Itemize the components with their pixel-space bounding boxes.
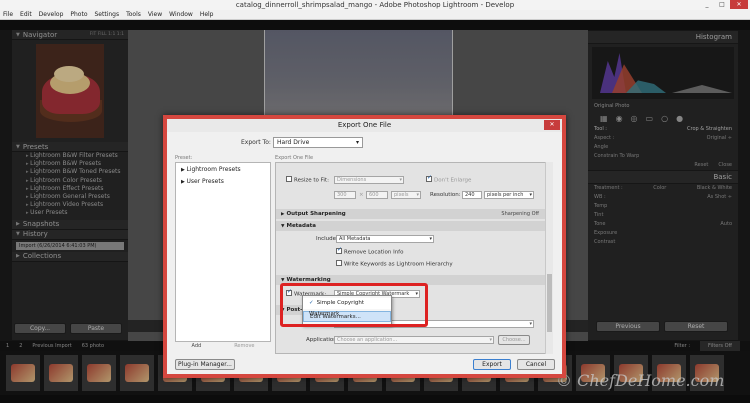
output-sharpening-title: Output Sharpening [286,211,346,217]
remove-location-label: Remove Location Info [344,249,404,256]
resize-to-fit-row[interactable]: Resize to Fit: [286,176,329,184]
resolution-units-select[interactable]: pixels per inch [484,191,534,199]
minimize-button[interactable]: _ [700,0,714,9]
menu-file[interactable]: File [3,11,13,18]
resolution-label: Resolution: [430,192,461,198]
resolution-input[interactable]: 240 [462,191,482,199]
remove-location-row[interactable]: Remove Location Info [336,246,404,256]
dont-enlarge-row[interactable]: Don't Enlarge [426,174,472,184]
plugin-manager-button[interactable]: Plug-in Manager... [175,359,235,370]
menu-view[interactable]: View [148,11,162,18]
cancel-button[interactable]: Cancel [517,359,555,370]
remove-location-checkbox[interactable] [336,246,342,254]
resize-mode-select[interactable]: Dimensions [334,176,404,184]
collapse-icon: ▼ [281,224,285,229]
resize-label: Resize to Fit: [294,177,329,184]
menu-bar: File Edit Develop Photo Settings Tools V… [0,10,750,20]
write-keywords-checkbox[interactable] [336,260,342,266]
scrollbar-thumb[interactable] [547,274,552,332]
dialog-title: Export One File [337,121,392,129]
export-to-select[interactable]: Hard Drive [273,137,363,148]
preset-tree: Lightroom Presets User Presets [175,162,271,342]
preset-label: Preset: [175,155,193,161]
preset-folder-lightroom[interactable]: Lightroom Presets [176,165,270,175]
output-sharpening-header[interactable]: ▶ Output Sharpening Sharpening Off [276,209,545,219]
write-keywords-label: Write Keywords as Lightroom Hierarchy [344,261,453,268]
highlight-annotation [280,283,428,327]
choose-application-button[interactable]: Choose... [498,335,530,345]
dialog-close-icon[interactable]: ✕ [544,120,560,130]
units-select[interactable]: pixels [391,191,421,199]
preset-actions: Add Remove [175,343,271,349]
dialog-titlebar: Export One File ✕ [167,119,562,132]
metadata-title: Metadata [286,223,317,229]
menu-settings[interactable]: Settings [95,11,120,18]
menu-edit[interactable]: Edit [20,11,32,18]
menu-develop[interactable]: Develop [39,11,64,18]
times-symbol: × [359,192,364,198]
add-preset-button[interactable]: Add [192,343,202,349]
dont-enlarge-checkbox[interactable] [426,174,432,182]
remove-preset-button[interactable]: Remove [234,343,254,349]
close-button[interactable]: ✕ [730,0,748,9]
output-sharpening-status: Sharpening Off [501,211,539,217]
dont-enlarge-label: Don't Enlarge [434,177,472,184]
window-controls: _ □ ✕ [700,0,748,10]
write-keywords-row[interactable]: Write Keywords as Lightroom Hierarchy [336,260,453,268]
include-select[interactable]: All Metadata [336,235,434,243]
expand-icon: ▶ [281,212,285,217]
export-button[interactable]: Export [473,359,511,370]
lightroom-window: catalog_dinnerroll_shrimpsalad_mango - A… [0,0,750,403]
metadata-header[interactable]: ▼ Metadata [276,221,545,231]
export-to-label: Export To: [241,139,271,146]
menu-photo[interactable]: Photo [70,11,87,18]
application-select[interactable]: Choose an application... [334,336,494,344]
maximize-button[interactable]: □ [715,0,729,9]
export-one-label: Export One File [275,155,314,161]
window-titlebar: catalog_dinnerroll_shrimpsalad_mango - A… [0,0,750,10]
resize-checkbox[interactable] [286,176,292,182]
export-dialog: Export One File ✕ Export To: Hard Drive … [163,115,566,378]
menu-window[interactable]: Window [169,11,193,18]
window-title: catalog_dinnerroll_shrimpsalad_mango - A… [235,1,515,9]
menu-help[interactable]: Help [200,11,214,18]
width-input[interactable]: 300 [334,191,356,199]
include-label: Include: [316,236,338,242]
preset-folder-user[interactable]: User Presets [176,177,270,187]
menu-tools[interactable]: Tools [126,11,141,18]
settings-scrollbar[interactable] [545,162,553,354]
height-input[interactable]: 600 [366,191,388,199]
